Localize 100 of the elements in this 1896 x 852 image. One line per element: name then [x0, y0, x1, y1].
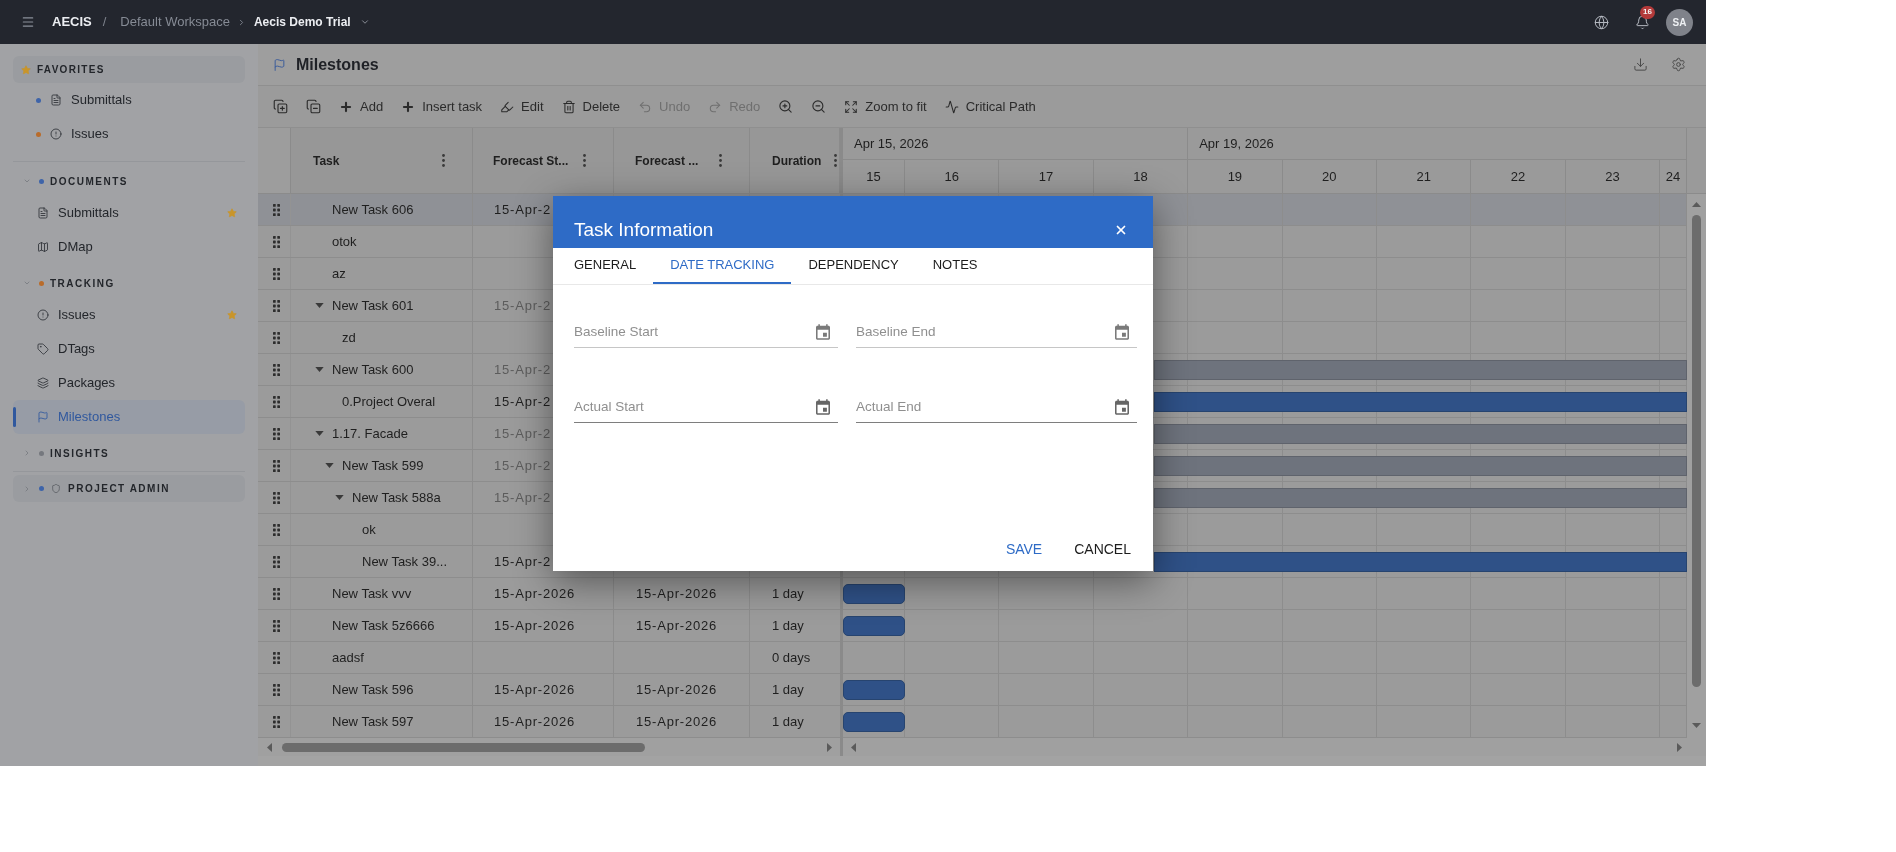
horizontal-scrollbar[interactable] [258, 738, 840, 756]
chevron-down-icon[interactable] [359, 17, 370, 27]
user-avatar[interactable]: SA [1666, 8, 1693, 36]
column-header[interactable]: Duration [772, 151, 822, 170]
sidebar-item[interactable]: DTags [13, 332, 245, 366]
scroll-right-icon[interactable] [827, 742, 832, 752]
task-name: New Task 39... [362, 552, 448, 571]
sidebar-item[interactable]: Issues [13, 117, 245, 151]
drag-handle-icon[interactable] [273, 619, 280, 632]
download-icon[interactable] [1633, 57, 1648, 72]
scrollbar-thumb[interactable] [1692, 215, 1701, 687]
settings-icon[interactable] [1671, 57, 1686, 72]
day-header: 15 [843, 160, 905, 193]
drag-handle-icon[interactable] [273, 683, 280, 696]
zoom-to-fit-button[interactable]: Zoom to fit [844, 96, 927, 117]
caret-down-icon[interactable] [315, 431, 324, 436]
date-text: 15-Apr-2026 [636, 584, 718, 603]
squares-minus-icon[interactable] [306, 99, 321, 114]
scrollbar-thumb[interactable] [282, 742, 645, 752]
drag-handle-icon[interactable] [273, 235, 280, 248]
delete-button[interactable]: Delete [561, 96, 621, 117]
zoom-out-icon[interactable] [811, 99, 827, 114]
table-row[interactable]: New Task vvv 15-Apr-2026 15-Apr-2026 1 day [258, 578, 840, 610]
sidebar-item[interactable]: Issues [13, 298, 245, 332]
table-row[interactable]: New Task 597 15-Apr-2026 15-Apr-2026 1 day [258, 706, 840, 738]
date-text: 15-Apr-2 [494, 552, 551, 571]
drag-handle-icon[interactable] [273, 651, 280, 664]
star-icon[interactable] [227, 310, 237, 320]
drag-handle-icon[interactable] [273, 331, 280, 344]
caret-down-icon[interactable] [335, 495, 344, 500]
squares-plus-icon[interactable] [273, 99, 288, 114]
sidebar-item[interactable]: Submittals [13, 83, 245, 117]
drag-handle-icon[interactable] [273, 203, 280, 216]
task-name: zd [342, 328, 356, 347]
edit-button[interactable]: Edit [500, 96, 544, 117]
calendar-icon[interactable] [816, 399, 830, 415]
drag-handle-icon[interactable] [273, 555, 280, 568]
save-button[interactable]: SAVE [997, 531, 1051, 567]
sidebar-item[interactable]: Packages [13, 366, 245, 400]
caret-down-icon[interactable] [315, 303, 324, 308]
day-header: 17 [999, 160, 1094, 193]
add-button[interactable]: Add [339, 96, 384, 117]
cancel-button[interactable]: CANCEL [1066, 531, 1139, 567]
table-row[interactable]: aadsf 0 days [258, 642, 840, 674]
calendar-icon[interactable] [1115, 399, 1129, 415]
horizontal-scrollbar[interactable] [843, 738, 1706, 756]
scroll-right-icon[interactable] [1677, 742, 1682, 752]
document-icon [50, 94, 62, 106]
calendar-icon[interactable] [1115, 324, 1129, 340]
column-header[interactable]: Forecast ... [635, 151, 699, 170]
kebab-menu-icon[interactable] [834, 154, 837, 167]
table-row[interactable]: New Task 5z6666 15-Apr-2026 15-Apr-2026 1 day [258, 610, 840, 642]
date-text: 15-Apr-2026 [636, 712, 718, 731]
drag-handle-icon[interactable] [273, 299, 280, 312]
scroll-up-icon[interactable] [1692, 202, 1701, 207]
globe-icon[interactable] [1594, 14, 1609, 30]
project-name[interactable]: Aecis Demo Trial [253, 13, 351, 31]
tab[interactable]: NOTES [915, 248, 995, 284]
column-header[interactable]: Forecast St... [493, 151, 569, 170]
chevron-right-icon [23, 484, 31, 493]
sidebar-item[interactable]: Submittals [13, 196, 245, 230]
section-header[interactable]: DOCUMENTS [13, 166, 245, 196]
drag-handle-icon[interactable] [273, 395, 280, 408]
scroll-left-icon[interactable] [267, 742, 272, 752]
table-row[interactable]: New Task 596 15-Apr-2026 15-Apr-2026 1 day [258, 674, 840, 706]
kebab-menu-icon[interactable] [442, 154, 445, 167]
vertical-scrollbar[interactable] [1687, 194, 1706, 738]
duration-text: 1 day [772, 584, 804, 603]
sidebar-item[interactable]: DMap [13, 230, 245, 264]
scroll-left-icon[interactable] [851, 742, 856, 752]
menu-icon[interactable] [21, 15, 35, 29]
workspace-link[interactable]: Default Workspace [120, 12, 230, 32]
drag-handle-icon[interactable] [273, 523, 280, 536]
caret-down-icon[interactable] [315, 367, 324, 372]
tab[interactable]: DATE TRACKING [653, 248, 792, 284]
section-header[interactable]: TRACKING [13, 268, 245, 298]
kebab-menu-icon[interactable] [719, 154, 722, 167]
zoom-in-icon[interactable] [778, 99, 794, 114]
drag-handle-icon[interactable] [273, 267, 280, 280]
star-icon[interactable] [227, 208, 237, 218]
bell-icon[interactable] [1635, 14, 1650, 30]
section-header[interactable]: INSIGHTS [13, 438, 245, 468]
insert-task-button[interactable]: Insert task [401, 96, 483, 117]
section-header[interactable]: PROJECT ADMIN [13, 475, 245, 502]
drag-handle-icon[interactable] [273, 427, 280, 440]
drag-handle-icon[interactable] [273, 491, 280, 504]
breadcrumb-separator: / [102, 13, 107, 32]
drag-handle-icon[interactable] [273, 363, 280, 376]
critical-path-button[interactable]: Critical Path [944, 96, 1036, 117]
calendar-icon[interactable] [816, 324, 830, 340]
flag-icon [37, 411, 49, 423]
drag-handle-icon[interactable] [273, 459, 280, 472]
caret-down-icon[interactable] [325, 463, 334, 468]
scroll-down-icon[interactable] [1692, 723, 1701, 728]
drag-handle-icon[interactable] [273, 587, 280, 600]
close-icon[interactable] [1114, 223, 1128, 237]
column-header[interactable]: Task [313, 151, 340, 170]
kebab-menu-icon[interactable] [583, 154, 586, 167]
date-text: 15-Apr-2 [494, 392, 551, 411]
drag-handle-icon[interactable] [273, 715, 280, 728]
